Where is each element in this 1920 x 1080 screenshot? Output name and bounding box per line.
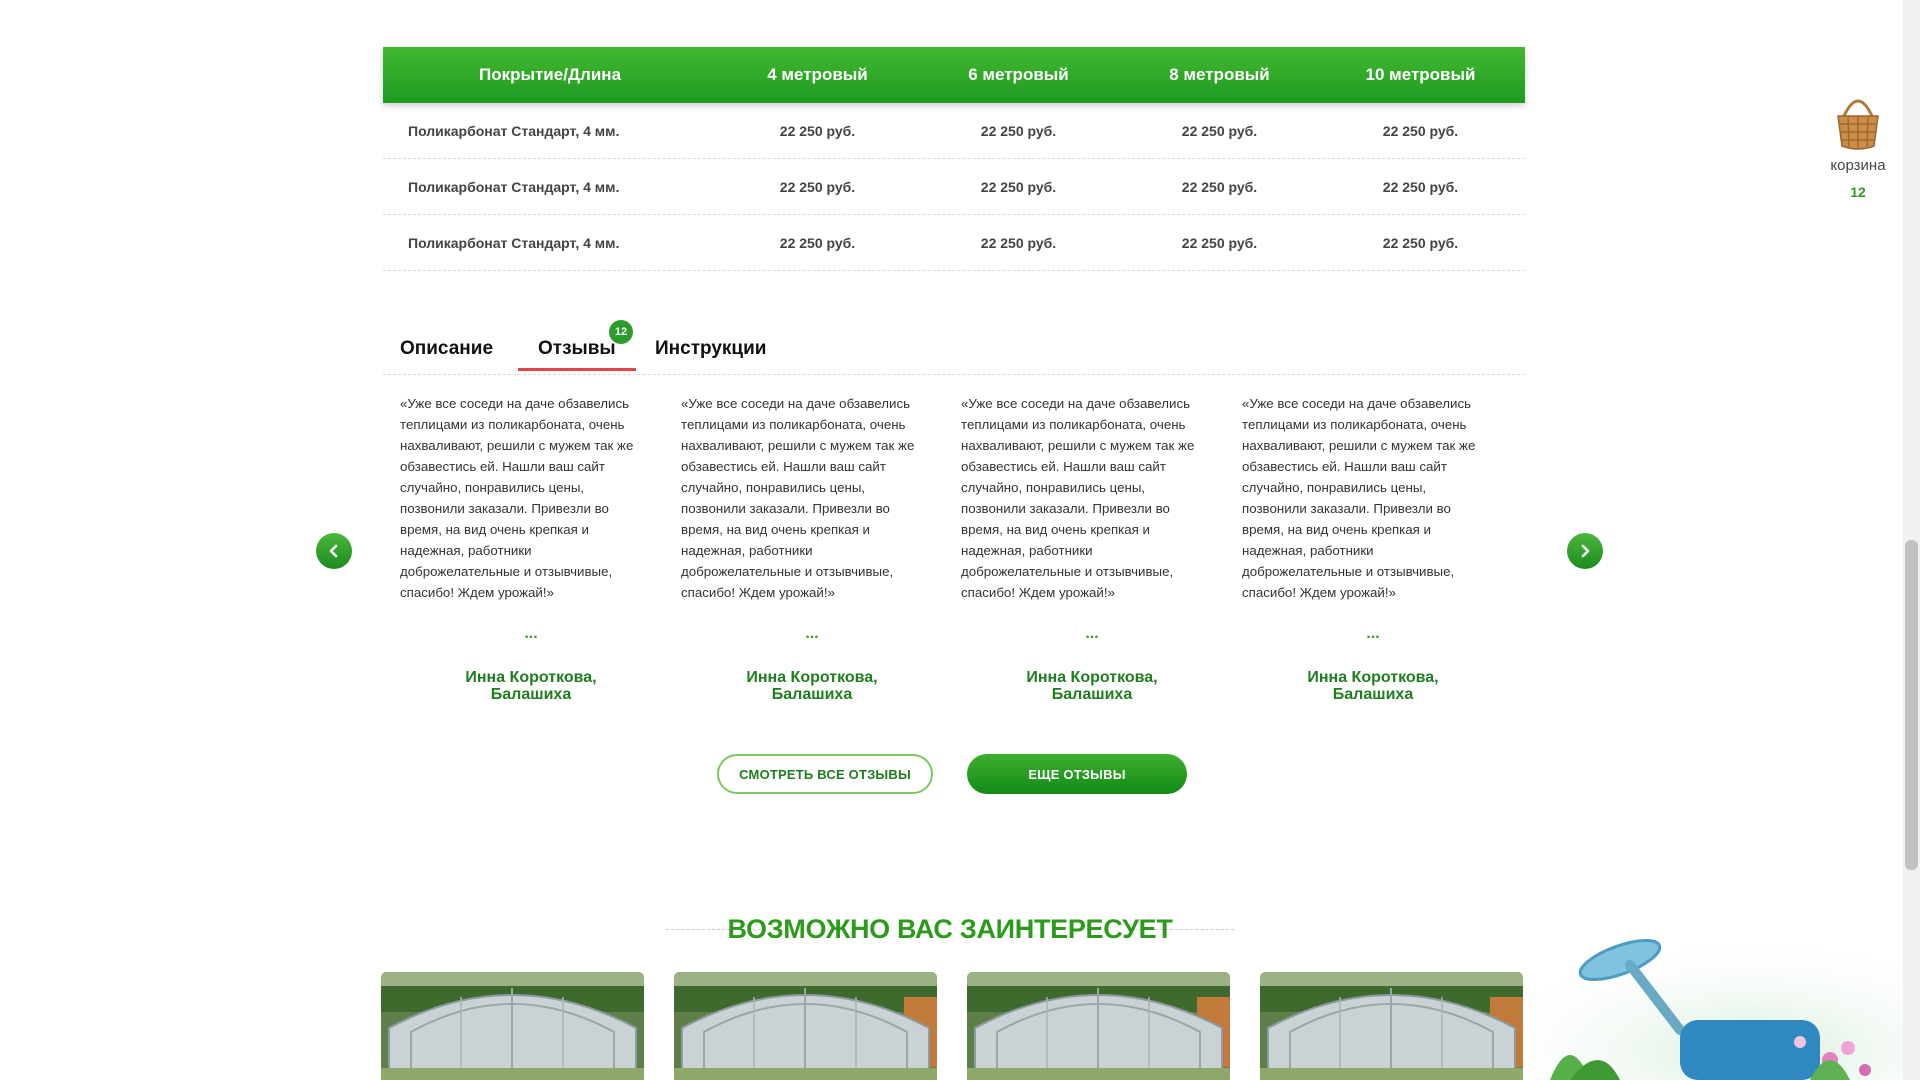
table-row: Поликарбонат Стандарт, 4 мм. 22 250 руб.… <box>383 103 1525 159</box>
review-more-dots[interactable]: ... <box>383 625 679 643</box>
carousel-next-button[interactable] <box>1567 533 1603 569</box>
more-reviews-button[interactable]: ЕЩЕ ОТЗЫВЫ <box>967 754 1187 794</box>
price-cell: 22 250 руб. <box>1382 234 1459 251</box>
review-author-name: Инна Короткова, <box>1307 669 1439 686</box>
review-author-name: Инна Короткова, <box>465 669 597 686</box>
price-cell: 22 250 руб. <box>1382 178 1459 195</box>
chevron-right-icon <box>1581 544 1590 558</box>
related-title: ВОЗМОЖНО ВАС ЗАИНТЕРЕСУЕТ <box>727 914 1173 944</box>
price-table: Покрытие/Длина 4 метровый 6 метровый 8 м… <box>383 47 1525 271</box>
review-author-name: Инна Короткова, <box>1026 669 1158 686</box>
product-card[interactable] <box>674 972 937 1080</box>
cart-label: корзина <box>1830 157 1886 174</box>
review-card: «Уже все соседи на даче обзавелись тепли… <box>664 393 914 703</box>
price-cell: 22 250 руб. <box>980 122 1057 139</box>
price-cell: 22 250 руб. <box>1382 122 1459 139</box>
basket-icon <box>1837 99 1879 150</box>
review-author: Инна Короткова, Балашиха <box>1225 669 1521 703</box>
coating-cell: Поликарбонат Стандарт, 4 мм. <box>408 178 620 195</box>
price-cell: 22 250 руб. <box>779 234 856 251</box>
tab-description[interactable]: Описание <box>400 338 493 360</box>
review-author: Инна Короткова, Балашиха <box>944 669 1240 703</box>
header-10m: 10 метровый <box>1365 65 1476 84</box>
tab-instructions[interactable]: Инструкции <box>655 338 766 360</box>
price-cell: 22 250 руб. <box>779 178 856 195</box>
price-cell: 22 250 руб. <box>1181 122 1258 139</box>
review-author-name: Инна Короткова, <box>746 669 878 686</box>
review-card: «Уже все соседи на даче обзавелись тепли… <box>383 393 633 703</box>
product-card[interactable] <box>967 972 1230 1080</box>
product-card[interactable] <box>1260 972 1523 1080</box>
review-more-dots[interactable]: ... <box>944 625 1240 643</box>
price-cell: 22 250 руб. <box>980 234 1057 251</box>
review-card: «Уже все соседи на даче обзавелись тепли… <box>944 393 1194 703</box>
review-author: Инна Короткова, Балашиха <box>383 669 679 703</box>
table-row: Поликарбонат Стандарт, 4 мм. 22 250 руб.… <box>383 159 1525 215</box>
reviews-carousel: «Уже все соседи на даче обзавелись тепли… <box>383 393 1525 713</box>
view-all-reviews-button[interactable]: СМОТРЕТЬ ВСЕ ОТЗЫВЫ <box>717 754 933 794</box>
product-card[interactable] <box>381 972 644 1080</box>
review-text: «Уже все соседи на даче обзавелись тепли… <box>400 396 634 600</box>
review-more-dots[interactable]: ... <box>1225 625 1521 643</box>
review-more-dots[interactable]: ... <box>664 625 960 643</box>
table-row: Поликарбонат Стандарт, 4 мм. 22 250 руб.… <box>383 215 1525 271</box>
cart-count: 12 <box>1850 184 1866 200</box>
cart-widget[interactable]: корзина 12 <box>1820 92 1896 200</box>
carousel-prev-button[interactable] <box>316 533 352 569</box>
product-tabs: Описание Отзывы 12 Инструкции <box>383 320 1525 375</box>
review-author: Инна Короткова, Балашиха <box>664 669 960 703</box>
greenhouse-image <box>674 972 937 1080</box>
watering-can-decoration <box>1530 930 1903 1080</box>
greenhouse-image <box>967 972 1230 1080</box>
review-author-city: Балашиха <box>490 686 572 703</box>
coating-cell: Поликарбонат Стандарт, 4 мм. <box>408 122 620 139</box>
header-8m: 8 метровый <box>1169 65 1270 84</box>
coating-cell: Поликарбонат Стандарт, 4 мм. <box>408 234 620 251</box>
greenhouse-image <box>381 972 644 1080</box>
header-4m: 4 метровый <box>767 65 868 84</box>
related-section-header: ВОЗМОЖНО ВАС ЗАИНТЕРЕСУЕТ <box>660 910 1240 950</box>
page-scrollbar-thumb[interactable] <box>1905 540 1918 870</box>
price-cell: 22 250 руб. <box>779 122 856 139</box>
price-table-header: Покрытие/Длина 4 метровый 6 метровый 8 м… <box>383 47 1525 103</box>
header-coating-length: Покрытие/Длина <box>478 65 622 84</box>
chevron-left-icon <box>329 544 338 558</box>
price-cell: 22 250 руб. <box>1181 178 1258 195</box>
reviews-count-badge: 12 <box>609 320 633 344</box>
review-author-city: Балашиха <box>1332 686 1414 703</box>
price-cell: 22 250 руб. <box>980 178 1057 195</box>
greenhouse-image <box>1260 972 1523 1080</box>
review-author-city: Балашиха <box>771 686 853 703</box>
review-text: «Уже все соседи на даче обзавелись тепли… <box>961 396 1195 600</box>
review-text: «Уже все соседи на даче обзавелись тепли… <box>681 396 915 600</box>
review-text: «Уже все соседи на даче обзавелись тепли… <box>1242 396 1476 600</box>
header-6m: 6 метровый <box>968 65 1069 84</box>
garden-decoration <box>1530 930 1903 1080</box>
price-cell: 22 250 руб. <box>1181 234 1258 251</box>
product-page: Покрытие/Длина 4 метровый 6 метровый 8 м… <box>0 0 1920 1080</box>
tab-reviews-label: Отзывы <box>538 338 616 359</box>
review-card: «Уже все соседи на даче обзавелись тепли… <box>1225 393 1475 703</box>
review-author-city: Балашиха <box>1051 686 1133 703</box>
